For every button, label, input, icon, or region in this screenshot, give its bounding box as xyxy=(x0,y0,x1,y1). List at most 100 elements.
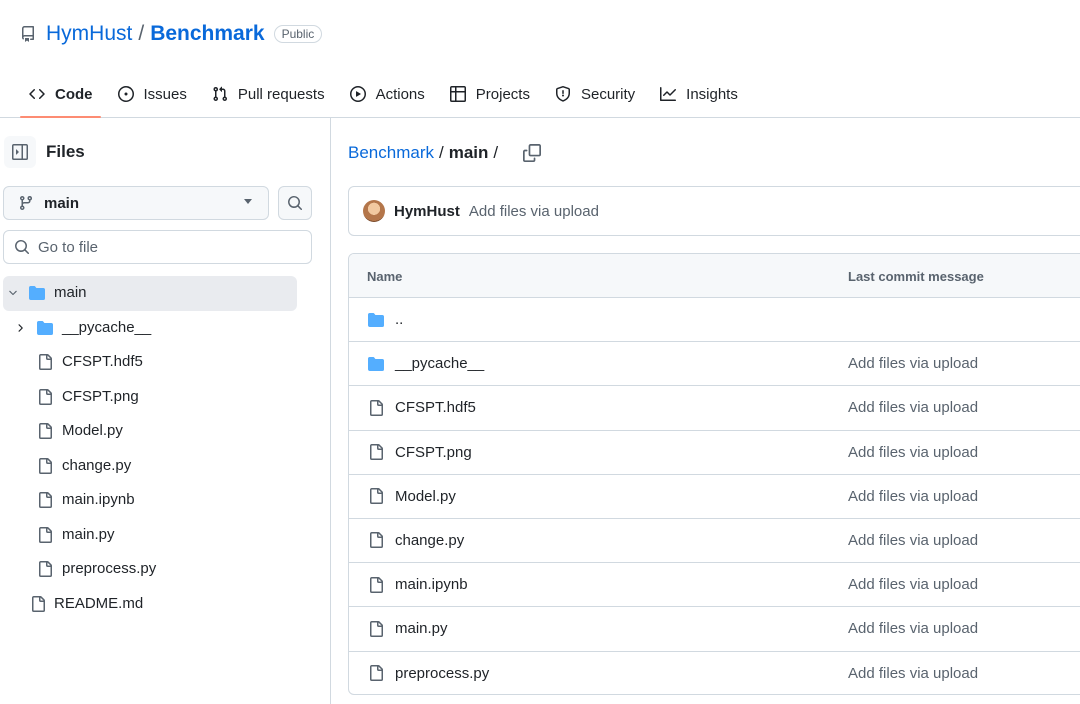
table-header: Name Last commit message xyxy=(349,254,1080,298)
tree-file-item[interactable]: Model.py xyxy=(3,414,297,449)
table-row: main.py Add files via upload xyxy=(349,607,1080,652)
repo-nav-tabs: Code Issues Pull requests Actions Projec… xyxy=(16,72,750,118)
tree-item-label: README.md xyxy=(54,594,144,612)
column-name-header: Name xyxy=(367,269,403,284)
file-icon xyxy=(367,576,385,593)
tab-pull-requests-label: Pull requests xyxy=(237,85,325,103)
file-name-link[interactable]: CFSPT.png xyxy=(395,444,472,461)
tab-insights-label: Insights xyxy=(686,85,738,103)
file-icon xyxy=(36,354,54,370)
repo-title: HymHust / Benchmark Public xyxy=(20,19,323,49)
copy-icon xyxy=(523,144,542,162)
breadcrumb-branch: main xyxy=(448,143,489,162)
table-row: Model.py Add files via upload xyxy=(349,475,1080,519)
tab-security[interactable]: Security xyxy=(542,72,647,116)
commit-message-link[interactable]: Add files via upload xyxy=(848,355,978,372)
repo-header: HymHust / Benchmark Public Code Issues P… xyxy=(0,0,1080,118)
branch-name: main xyxy=(44,194,80,212)
tab-projects[interactable]: Projects xyxy=(437,72,542,116)
chevron-down-icon xyxy=(244,199,252,204)
files-header: Files xyxy=(4,135,85,169)
tab-actions[interactable]: Actions xyxy=(337,72,437,116)
go-to-file-input[interactable] xyxy=(38,238,298,256)
commit-message-link[interactable]: Add files via upload xyxy=(848,665,978,682)
repo-path-separator: / xyxy=(138,22,145,45)
commit-message[interactable]: Add files via upload xyxy=(469,203,599,220)
tree-file-item[interactable]: preprocess.py xyxy=(3,552,297,587)
tree-folder-item[interactable]: __pycache__ xyxy=(3,311,297,346)
tab-actions-label: Actions xyxy=(375,85,425,103)
tree-item-label: __pycache__ xyxy=(62,318,152,336)
latest-commit-box: HymHust Add files via upload xyxy=(348,186,1080,236)
commit-message-link[interactable]: Add files via upload xyxy=(848,488,978,505)
tree-file-item[interactable]: change.py xyxy=(3,449,297,484)
file-name-link[interactable]: Model.py xyxy=(395,488,456,505)
file-name-link[interactable]: preprocess.py xyxy=(395,665,489,682)
tree-file-item[interactable]: CFSPT.hdf5 xyxy=(3,345,297,380)
table-row: .. xyxy=(349,298,1080,343)
repo-icon xyxy=(20,26,36,42)
tree-item-label: main.py xyxy=(62,525,115,543)
table-row: main.ipynb Add files via upload xyxy=(349,563,1080,608)
file-name-link[interactable]: CFSPT.hdf5 xyxy=(395,399,476,416)
tree-file-item[interactable]: main.py xyxy=(3,518,297,553)
file-icon xyxy=(367,620,385,637)
tab-insights[interactable]: Insights xyxy=(647,72,750,116)
file-icon xyxy=(36,457,54,474)
sidebar-collapse-icon xyxy=(12,144,28,160)
file-name-link[interactable]: __pycache__ xyxy=(395,355,484,372)
chevron-down-icon[interactable] xyxy=(7,287,19,299)
breadcrumb-separator: / xyxy=(493,143,499,162)
avatar[interactable] xyxy=(363,200,385,222)
column-message-header: Last commit message xyxy=(848,269,984,284)
commit-message-link[interactable]: Add files via upload xyxy=(848,576,978,593)
files-title: Files xyxy=(46,142,85,161)
tab-issues[interactable]: Issues xyxy=(105,72,199,116)
commit-author[interactable]: HymHust xyxy=(394,203,460,220)
file-icon xyxy=(36,526,54,543)
file-tree: main __pycache__ CFSPT.hdf5 CFSPT.png Model.… xyxy=(3,276,297,621)
go-to-file-field[interactable] xyxy=(3,230,312,264)
tree-item-label: Model.py xyxy=(62,422,123,439)
tree-file-item[interactable]: main.ipynb xyxy=(3,483,297,518)
chevron-right-icon[interactable] xyxy=(14,322,26,334)
table-row: __pycache__ Add files via upload xyxy=(349,342,1080,387)
repo-name-link[interactable]: Benchmark xyxy=(150,22,264,46)
tree-item-label: preprocess.py xyxy=(62,560,157,577)
graph-icon xyxy=(659,85,677,103)
sidebar-collapse-button[interactable] xyxy=(4,136,36,168)
commit-message-link[interactable]: Add files via upload xyxy=(848,444,978,461)
code-icon xyxy=(28,85,46,103)
search-icon xyxy=(288,196,303,211)
search-button[interactable] xyxy=(278,186,312,220)
file-icon xyxy=(367,399,385,416)
commit-message-link[interactable]: Add files via upload xyxy=(848,532,978,549)
tree-folder-item[interactable]: main xyxy=(3,276,297,311)
repo-owner-link[interactable]: HymHust xyxy=(46,22,132,46)
tab-code[interactable]: Code xyxy=(16,72,105,118)
tree-file-item[interactable]: README.md xyxy=(3,587,297,622)
file-name-link[interactable]: change.py xyxy=(395,532,464,549)
file-icon xyxy=(29,595,47,612)
file-name-link[interactable]: .. xyxy=(395,311,403,328)
issue-opened-icon xyxy=(117,85,135,103)
file-icon xyxy=(367,444,385,461)
copy-path-button[interactable] xyxy=(523,144,542,162)
file-name-link[interactable]: main.ipynb xyxy=(395,576,468,593)
table-icon xyxy=(449,85,467,103)
branch-select-button[interactable]: main xyxy=(3,186,269,220)
visibility-badge: Public xyxy=(273,25,323,43)
tab-projects-label: Projects xyxy=(475,85,530,103)
file-icon xyxy=(367,488,385,505)
tree-item-label: CFSPT.hdf5 xyxy=(62,353,143,370)
tab-issues-label: Issues xyxy=(143,85,187,103)
commit-message-link[interactable]: Add files via upload xyxy=(848,620,978,637)
tab-pull-requests[interactable]: Pull requests xyxy=(199,72,337,116)
table-row: CFSPT.hdf5 Add files via upload xyxy=(349,386,1080,431)
file-name-link[interactable]: main.py xyxy=(395,620,448,637)
file-icon xyxy=(36,388,54,405)
breadcrumb-repo-link[interactable]: Benchmark xyxy=(348,143,434,163)
tree-file-item[interactable]: CFSPT.png xyxy=(3,380,297,415)
shield-icon xyxy=(554,85,572,103)
commit-message-link[interactable]: Add files via upload xyxy=(848,399,978,416)
